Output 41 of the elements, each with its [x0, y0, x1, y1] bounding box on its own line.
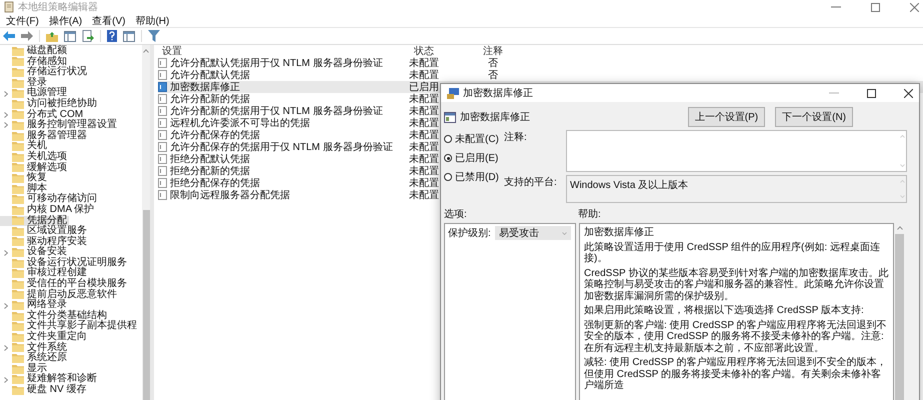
platform-label: 支持的平台:: [504, 176, 558, 190]
table-cell-text: 未配置: [408, 188, 440, 202]
table-cell-text: 允许分配新的凭据用于仅 NTLM 服务器身份验证: [170, 104, 383, 118]
table-cell-text: 允许分配默认凭据用于仅 NTLM 服务器身份验证: [170, 56, 383, 70]
table-cell-text: 未配置: [408, 152, 440, 166]
table-cell-text: 未配置: [408, 68, 440, 82]
platform-text: Windows Vista 及以上版本: [569, 178, 690, 193]
table-cell-text: 允许分配默认凭据: [170, 68, 250, 82]
table-cell-text: 允许分配保存的凭据: [170, 128, 260, 142]
help-label: 帮助:: [578, 208, 601, 220]
help-paragraph: 加密数据库修正: [584, 227, 655, 238]
table-cell-text: 远程机允许委派不可导出的凭据: [170, 116, 310, 130]
table-cell-text: 未配置: [408, 56, 440, 70]
table-cell-text: 允许分配保存的凭据用于仅 NTLM 服务器身份验证: [170, 140, 393, 154]
table-cell-text: 未配置: [408, 92, 440, 106]
table-cell-text: 允许分配新的凭据: [170, 92, 250, 106]
help-paragraph: 强制更新的客户端: 使用 CredSSP 的客户端应用程序将无法回退到不安全的版本，使用 CredSSP 的服务将不接受未修补的客户端。注意: 在所有远程主机支持最新版本之前，不应部署此设置。: [584, 320, 888, 354]
table-cell-text: 拒绝分配默认凭据: [170, 152, 250, 166]
table-cell-text: 未配置: [408, 128, 440, 142]
window-title: 本地组策略编辑器: [18, 0, 98, 14]
table-cell-text: 限制向远程服务器分配凭据: [170, 188, 290, 202]
table-cell-text: 已启用: [408, 80, 440, 94]
policy-name: 加密数据库修正: [460, 110, 530, 124]
help-paragraph: 减轻: 使用 CredSSP 的客户端应用程序将无法回退到不安全的版本，但使用 CredSSP 的服务将接受未修补的客户端。有关剩余未修补客户端所造: [584, 357, 888, 392]
table-cell-text: 拒绝分配保存的凭据: [170, 176, 260, 190]
options-label: 选项:: [444, 208, 468, 220]
table-cell-text: 未配置: [408, 140, 440, 154]
protection-label: 保护级别:: [448, 226, 491, 240]
table-cell-text: 否: [487, 57, 499, 70]
help-paragraph: 此策略设置适用于使用 CredSSP 组件的应用程序(例如: 远程桌面连接)。: [584, 242, 881, 264]
table-cell-text: 加密数据库修正: [170, 80, 240, 94]
table-cell-text: 未配置: [408, 176, 440, 190]
table-cell-text: 未配置: [408, 116, 440, 130]
help-paragraph: 如果启用此策略设置，将根据以下选项选择 CredSSP 版本支持:: [584, 305, 865, 316]
table-cell-text: 否: [487, 69, 499, 82]
help-paragraph: CredSSP 协议的某些版本容易受到针对客户端的加密数据库攻击。此策略控制与易受攻击的客户端和服务器的兼容性。此策略允许你设置加密数据库漏洞所需的保护级别。: [584, 268, 889, 302]
table-cell-text: 未配置: [408, 104, 440, 118]
table-cell-text: 未配置: [408, 164, 440, 178]
comment-label: 注释:: [504, 130, 528, 145]
table-cell-text: 拒绝分配新的凭据: [170, 164, 250, 178]
dialog-title: 加密数据库修正: [463, 86, 533, 100]
